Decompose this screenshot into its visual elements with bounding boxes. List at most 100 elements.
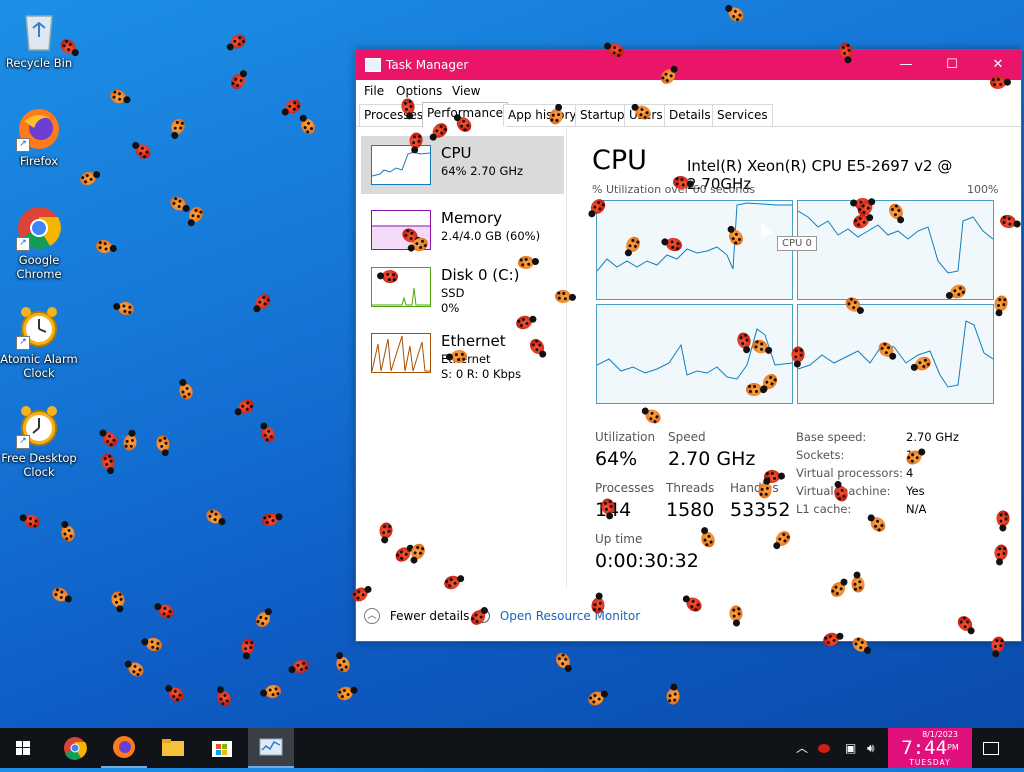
ladybug-icon (177, 381, 195, 402)
ladybug-icon (167, 193, 189, 214)
cpu-thumbnail-graph (371, 145, 431, 185)
ladybug-icon (110, 590, 126, 609)
ladybug-icon (49, 585, 71, 604)
open-resource-monitor-link[interactable]: Open Resource Monitor (476, 608, 640, 626)
sidebar-detail: S: 0 R: 0 Kbps (441, 367, 522, 381)
ladybug-icon (169, 116, 187, 137)
detail-label: L1 cache: (796, 502, 852, 516)
graph-tooltip: CPU 0 (777, 236, 817, 251)
tab-app-history[interactable]: App history (503, 104, 582, 126)
desktop-icon-free-desktop-clock[interactable]: ↗ Free Desktop Clock (0, 403, 78, 479)
sidebar-item-cpu[interactable]: CPU 64% 2.70 GHz (361, 136, 564, 194)
show-hidden-icons-button[interactable]: ︿ (796, 728, 808, 768)
menu-view[interactable]: View (452, 84, 480, 98)
ladybug-icon (298, 116, 318, 137)
sidebar-detail: 0% (441, 301, 460, 315)
sidebar-detail: SSD (441, 286, 465, 300)
taskbar-store[interactable] (199, 728, 245, 768)
ladybug-tray-icon[interactable] (818, 728, 830, 768)
ladybug-icon (282, 96, 304, 117)
menu-file[interactable]: File (364, 84, 384, 98)
sidebar-detail: 64% 2.70 GHz (441, 164, 524, 178)
ladybug-icon (725, 4, 747, 25)
firefox-icon: ↗ (16, 106, 62, 152)
ladybug-icon (94, 238, 114, 255)
clock-widget[interactable]: 8/1/2023 7:44PM TUESDAY (888, 728, 972, 768)
sidebar-title: Memory (441, 209, 503, 227)
fewer-details-button[interactable]: ︿ Fewer details (364, 608, 469, 626)
sidebar-item-memory[interactable]: Memory 2.4/4.0 GB (60%) (361, 201, 564, 259)
taskbar-task-manager[interactable] (248, 728, 294, 768)
clock-time-row: 7:44PM (888, 739, 972, 758)
ladybug-icon (125, 659, 147, 680)
file-explorer-icon (162, 739, 184, 756)
desktop-icon-firefox[interactable]: ↗ Firefox (0, 106, 78, 168)
network-icon[interactable]: ▣ (845, 728, 856, 768)
desktop-icon-chrome[interactable]: ↗ Google Chrome (0, 205, 78, 281)
sidebar-detail: 2.4/4.0 GB (60%) (441, 229, 541, 243)
stat-value-speed: 2.70 GHz (668, 448, 756, 470)
task-manager-window: Task Manager — ☐ ✕ File Options View Pro… (355, 49, 1022, 642)
ladybug-icon (78, 169, 98, 188)
ladybug-icon (99, 429, 121, 450)
tab-services[interactable]: Services (712, 104, 773, 126)
detail-value: 2.70 GHz (906, 430, 959, 444)
stat-value-handles: 53352 (730, 499, 791, 521)
page-title: CPU (592, 145, 647, 176)
stat-value-utilization: 64% (595, 448, 638, 470)
stat-value-uptime: 0:00:30:32 (595, 550, 699, 572)
fewer-details-label: Fewer details (389, 609, 470, 623)
ladybug-icon (99, 452, 117, 471)
sidebar-title: Disk 0 (C:) (441, 266, 520, 284)
ladybug-icon (252, 291, 274, 312)
stat-label: Utilization (595, 430, 656, 444)
taskbar-firefox[interactable] (101, 728, 147, 768)
recycle-bin-icon (16, 8, 62, 54)
minimize-button[interactable]: — (883, 50, 929, 80)
sidebar-item-disk[interactable]: Disk 0 (C:) SSD 0% (361, 258, 564, 316)
ladybug-icon (108, 87, 128, 106)
start-button[interactable] (0, 728, 46, 768)
notifications-button[interactable] (980, 728, 1002, 768)
taskbar-file-explorer[interactable] (150, 728, 196, 768)
ladybug-icon (214, 688, 234, 709)
task-manager-icon (259, 738, 283, 756)
window-title: Task Manager (386, 58, 469, 72)
volume-icon[interactable]: 🔊︎ (867, 728, 875, 768)
desktop-icon-atomic-alarm-clock[interactable]: ↗ Atomic Alarm Clock (0, 304, 78, 380)
ladybug-icon (154, 434, 172, 453)
tab-details[interactable]: Details (664, 104, 716, 126)
desktop-clock-icon: ↗ (16, 403, 62, 449)
ladybug-icon (334, 654, 352, 675)
ladybug-icon (335, 684, 355, 703)
desktop-icon-label: Recycle Bin (5, 56, 73, 70)
detail-label: Sockets: (796, 448, 845, 462)
menu-bar: File Options View (356, 80, 1021, 102)
resource-monitor-label: Open Resource Monitor (499, 608, 641, 623)
clock-time: 7:44 (901, 737, 948, 759)
windows-start-icon (16, 741, 30, 755)
desktop-icon-label: Atomic Alarm Clock (0, 352, 78, 380)
title-bar[interactable]: Task Manager — ☐ ✕ (356, 50, 1021, 80)
tab-startup[interactable]: Startup (575, 104, 630, 126)
shortcut-arrow-icon: ↗ (16, 435, 30, 449)
alarm-clock-icon: ↗ (16, 304, 62, 350)
stat-label: Processes (595, 481, 655, 495)
desktop-icon-label: Firefox (19, 154, 59, 168)
ladybug-icon (228, 71, 248, 92)
maximize-button[interactable]: ☐ (929, 50, 975, 80)
ladybug-icon (203, 506, 225, 527)
action-center-icon (983, 742, 999, 755)
shortcut-arrow-icon: ↗ (16, 138, 30, 152)
taskbar-chrome[interactable] (52, 728, 98, 768)
chevron-up-icon: ︿ (364, 608, 380, 624)
menu-options[interactable]: Options (396, 84, 442, 98)
tab-processes[interactable]: Processes (359, 104, 429, 126)
ladybug-icon (258, 424, 278, 445)
desktop-icon-label: Google Chrome (16, 253, 62, 281)
detail-label: Base speed: (796, 430, 867, 444)
store-icon (212, 741, 232, 757)
ladybug-icon (132, 141, 154, 162)
sidebar-title: Ethernet (441, 332, 506, 350)
ladybug-icon (144, 636, 164, 653)
